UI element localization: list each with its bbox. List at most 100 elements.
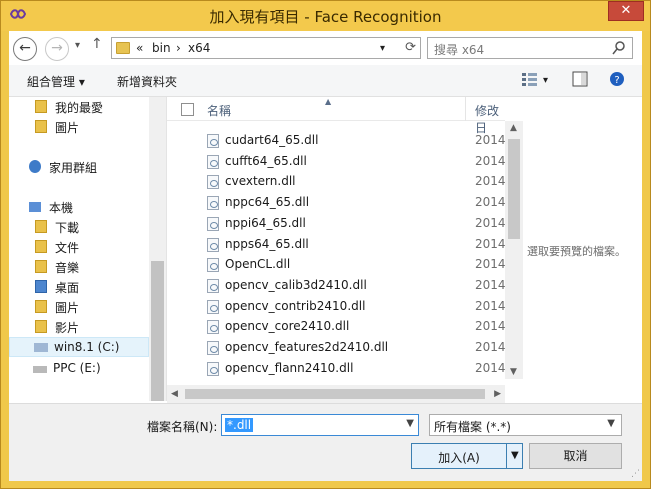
file-row[interactable]: cvextern.dll 2014/ xyxy=(167,172,510,192)
window-title: 加入現有項目 - Face Recognition xyxy=(209,8,442,26)
file-row[interactable]: nppc64_65.dll 2014/ xyxy=(167,193,510,213)
split-divider xyxy=(506,444,507,468)
usb-drive-icon xyxy=(33,366,47,373)
dll-file-icon xyxy=(207,299,219,314)
nav-label: 下載 xyxy=(55,221,80,235)
nav-item-documents[interactable]: 文件 xyxy=(9,237,149,257)
file-name: nppc64_65.dll xyxy=(225,195,310,210)
file-row[interactable]: opencv_features2d2410.dll 2014/ xyxy=(167,338,510,358)
navigation-pane[interactable]: 我的最愛 圖片 家用群組 本機 下載 文件 音樂 桌面 圖片 影片 win8.1… xyxy=(9,97,167,401)
nav-item-downloads[interactable]: 下載 xyxy=(9,217,149,237)
file-name: opencv_contrib2410.dll xyxy=(225,298,366,313)
hscroll-thumb[interactable] xyxy=(185,389,485,399)
file-list-vscrollbar[interactable]: ▲ ▼ xyxy=(505,121,523,379)
nav-item-homegroup[interactable]: 家用群組 xyxy=(9,157,149,177)
preview-pane-icon[interactable] xyxy=(572,71,588,87)
view-options-icon[interactable] xyxy=(521,71,539,87)
search-icon xyxy=(612,41,625,55)
file-name: cufft64_65.dll xyxy=(225,153,307,168)
filename-label: 檔案名稱(N): xyxy=(147,420,218,434)
new-folder-button[interactable]: 新增資料夾 xyxy=(117,73,177,90)
videos-folder-icon xyxy=(35,320,47,333)
dialog-client: ← → ▾ ↑ « bin › x64 ▾ ⟳ 搜尋 x64 組合管理 ▾ 新增… xyxy=(9,31,642,481)
nav-item-this-pc[interactable]: 本機 xyxy=(9,197,149,217)
add-button[interactable]: 加入(A) ▼ xyxy=(411,443,523,469)
file-row[interactable]: npps64_65.dll 2014/ xyxy=(167,235,510,255)
file-row[interactable]: cudart64_65.dll 2014/ xyxy=(167,131,510,151)
recent-locations-icon[interactable]: ▾ xyxy=(75,40,80,51)
star-folder-icon xyxy=(35,100,47,113)
nav-item-favorites[interactable]: 我的最愛 xyxy=(9,97,149,117)
breadcrumb-bin[interactable]: bin xyxy=(152,41,171,55)
dialog-window: 加入現有項目 - Face Recognition ✕ ← → ▾ ↑ « bi… xyxy=(0,0,651,489)
file-name: opencv_flann2410.dll xyxy=(225,360,354,375)
organize-menu[interactable]: 組合管理 ▾ xyxy=(27,73,85,90)
filetype-dropdown-icon[interactable]: ▼ xyxy=(607,418,615,429)
nav-label: 影片 xyxy=(55,321,80,335)
filetype-value: 所有檔案 (*.*) xyxy=(434,420,511,434)
vscroll-thumb[interactable] xyxy=(508,139,520,239)
scroll-left-icon[interactable]: ◀ xyxy=(171,389,178,399)
select-all-checkbox[interactable] xyxy=(181,103,194,116)
title-bar[interactable]: 加入現有項目 - Face Recognition ✕ xyxy=(1,1,650,31)
add-options-dropdown-icon[interactable]: ▼ xyxy=(511,450,519,461)
file-list-hscrollbar[interactable]: ◀ ▶ xyxy=(167,385,505,403)
scroll-down-icon[interactable]: ▼ xyxy=(510,367,517,377)
file-row[interactable]: OpenCL.dll 2014/ xyxy=(167,255,510,275)
filename-dropdown-icon[interactable]: ▼ xyxy=(406,418,414,429)
scroll-right-icon[interactable]: ▶ xyxy=(494,389,501,399)
refresh-icon[interactable]: ⟳ xyxy=(405,40,416,55)
file-row[interactable]: opencv_contrib2410.dll 2014/ xyxy=(167,297,510,317)
nav-item-music[interactable]: 音樂 xyxy=(9,257,149,277)
filename-input[interactable]: *.dll ▼ xyxy=(221,414,419,436)
filetype-select[interactable]: 所有檔案 (*.*) ▼ xyxy=(429,414,622,436)
address-dropdown-icon[interactable]: ▾ xyxy=(380,43,385,54)
folder-icon xyxy=(35,120,47,133)
nav-item-drive-e[interactable]: PPC (E:) xyxy=(9,359,149,379)
cancel-button[interactable]: 取消 xyxy=(529,443,622,469)
file-row[interactable]: opencv_flann2410.dll 2014/ xyxy=(167,359,510,379)
nav-label: 圖片 xyxy=(55,301,80,315)
nav-item-videos[interactable]: 影片 xyxy=(9,317,149,337)
nav-label: 音樂 xyxy=(55,261,80,275)
nav-item-pictures-fav[interactable]: 圖片 xyxy=(9,117,149,137)
command-toolbar: 組合管理 ▾ 新增資料夾 ▾ ? xyxy=(9,65,642,97)
help-icon[interactable]: ? xyxy=(609,71,625,87)
nav-scrollbar-thumb[interactable] xyxy=(151,261,164,401)
nav-item-drive-c[interactable]: win8.1 (C:) xyxy=(9,337,149,357)
column-header: ▲ 名稱 修改日 xyxy=(167,97,505,135)
nav-item-pictures[interactable]: 圖片 xyxy=(9,297,149,317)
file-list[interactable]: ▲ 名稱 修改日 cudart64_65.dll 2014/cufft64_65.… xyxy=(167,97,523,403)
nav-label: 文件 xyxy=(55,241,80,255)
filename-value[interactable]: *.dll xyxy=(225,418,254,432)
dll-file-icon xyxy=(207,258,219,273)
breadcrumb-overflow[interactable]: « xyxy=(136,41,143,55)
file-row[interactable]: cufft64_65.dll 2014/ xyxy=(167,152,510,172)
close-button[interactable]: ✕ xyxy=(608,1,644,21)
file-row[interactable]: opencv_calib3d2410.dll 2014/ xyxy=(167,276,510,296)
nav-scrollbar[interactable] xyxy=(149,97,166,401)
dll-file-icon xyxy=(207,154,219,169)
file-name: cudart64_65.dll xyxy=(225,133,319,147)
resize-grip-icon[interactable]: ⋰ xyxy=(631,469,640,479)
address-bar[interactable]: « bin › x64 ▾ ⟳ xyxy=(111,37,421,59)
breadcrumb-separator[interactable]: › xyxy=(176,41,181,55)
breadcrumb-x64[interactable]: x64 xyxy=(188,41,210,55)
scroll-up-icon[interactable]: ▲ xyxy=(510,123,517,133)
file-name: npps64_65.dll xyxy=(225,236,309,251)
file-row[interactable]: opencv_core2410.dll 2014/ xyxy=(167,317,510,337)
file-name: opencv_calib3d2410.dll xyxy=(225,277,367,292)
back-button[interactable]: ← xyxy=(13,37,37,61)
nav-item-desktop[interactable]: 桌面 xyxy=(9,277,149,297)
dll-file-icon xyxy=(207,278,219,293)
column-divider[interactable] xyxy=(465,97,466,121)
up-arrow-icon[interactable]: ↑ xyxy=(91,36,103,52)
forward-button[interactable]: → xyxy=(45,37,69,61)
add-button-label[interactable]: 加入(A) xyxy=(412,449,506,466)
sort-ascending-icon: ▲ xyxy=(325,97,332,106)
search-box[interactable]: 搜尋 x64 xyxy=(427,37,633,59)
column-name[interactable]: 名稱 xyxy=(207,102,231,119)
dll-file-icon xyxy=(207,196,219,211)
file-row[interactable]: nppi64_65.dll 2014/ xyxy=(167,214,510,234)
view-dropdown-icon[interactable]: ▾ xyxy=(543,75,548,86)
